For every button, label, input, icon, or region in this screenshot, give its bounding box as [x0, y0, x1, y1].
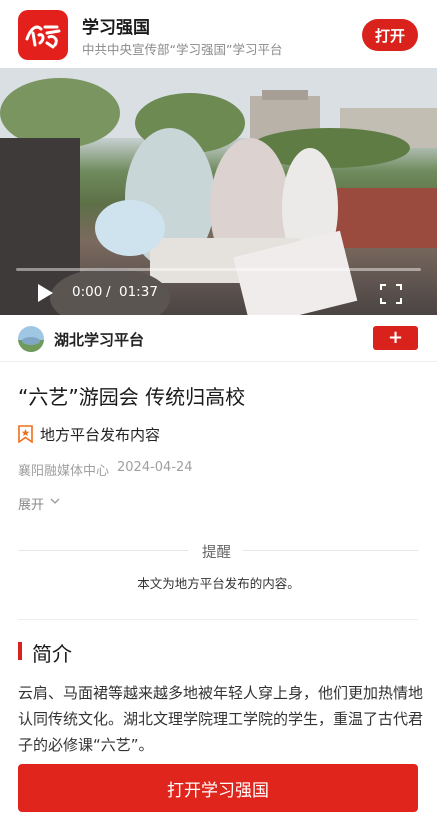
divider: [243, 550, 418, 551]
intro-text: 云肩、马面裙等越来越多地被年轻人穿上身，他们更加热情地认同传统文化。湖北文理学院…: [18, 684, 424, 754]
divider: [18, 619, 418, 620]
channel-row: 湖北学习平台 +: [0, 315, 437, 362]
app-name: 学习强国: [82, 18, 150, 38]
notice-body: 本文为地方平台发布的内容。: [137, 576, 300, 591]
time-separator: /: [106, 284, 111, 300]
app-subtitle: 中共中央宣传部“学习强国”学习平台: [82, 42, 283, 57]
fullscreen-icon[interactable]: [380, 284, 402, 304]
open-xuexi-button[interactable]: 打开学习强国: [18, 764, 418, 812]
video-player[interactable]: 0:00 / 01:37: [0, 68, 437, 315]
total-time: 01:37: [119, 284, 158, 300]
publish-date: 2024-04-24: [117, 460, 193, 475]
source-label: 地方平台发布内容: [40, 426, 161, 444]
section-marker: [18, 642, 22, 660]
intro-heading: 简介: [32, 642, 72, 666]
bookmark-icon: [18, 425, 33, 443]
open-app-button[interactable]: 打开: [362, 19, 418, 51]
notice-title: 提醒: [202, 545, 231, 561]
expand-button[interactable]: 展开: [18, 494, 44, 513]
video-progress-bar[interactable]: [16, 268, 421, 271]
play-icon[interactable]: [36, 283, 54, 303]
divider: [18, 550, 188, 551]
video-frame: [0, 68, 437, 315]
current-time: 0:00: [72, 284, 103, 300]
article-title: “六艺”游园会 传统归高校: [18, 385, 246, 409]
channel-name[interactable]: 湖北学习平台: [54, 329, 144, 350]
chevron-down-icon[interactable]: [50, 496, 60, 506]
app-banner: 学习强国 中共中央宣传部“学习强国”学习平台 打开: [0, 0, 437, 68]
channel-avatar[interactable]: [18, 326, 44, 352]
publisher-name: 襄阳融媒体中心: [18, 464, 110, 479]
xuexi-logo-icon[interactable]: [18, 10, 68, 60]
follow-button[interactable]: +: [373, 326, 418, 350]
